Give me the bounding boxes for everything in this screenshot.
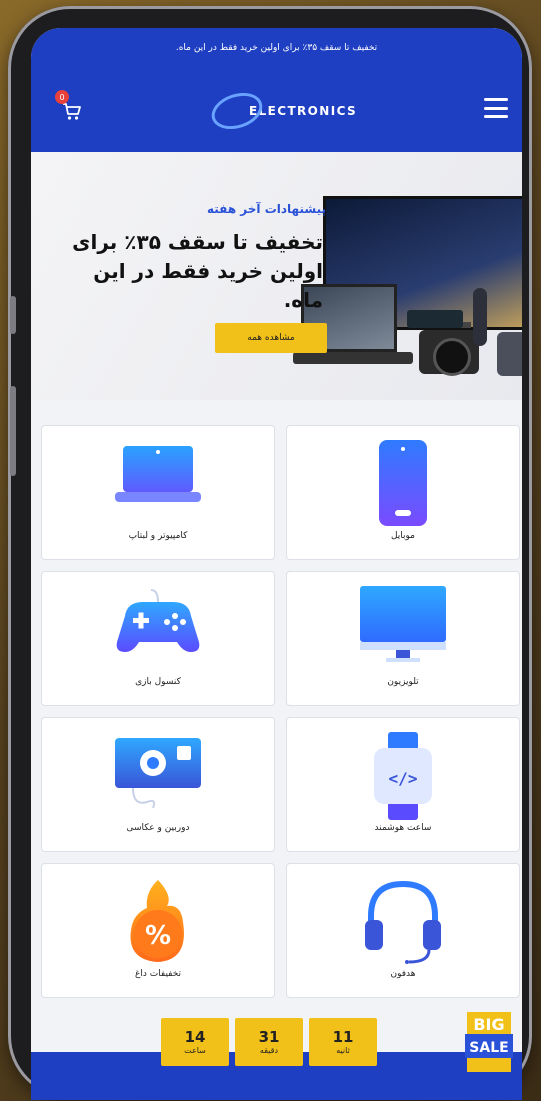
cart-button[interactable]: 0 <box>55 90 83 122</box>
timer-minutes: 31 دقیقه <box>235 1018 303 1066</box>
category-tile-tv[interactable]: تلویزیون <box>286 571 520 706</box>
header: ELECTRONICS 0 <box>31 68 522 152</box>
cart-count-badge: 0 <box>55 90 69 104</box>
svg-text:</>: </> <box>389 769 418 788</box>
tv-icon <box>360 586 446 662</box>
timer-value: 14 <box>184 1028 206 1046</box>
category-label: هدفون <box>390 969 416 979</box>
view-all-button[interactable]: مشاهده همه <box>215 323 327 353</box>
category-label: دوربین و عکاسی <box>126 823 190 833</box>
speaker-image <box>497 332 522 376</box>
hot-discount-icon: % <box>130 880 184 962</box>
timer-label: ساعت <box>184 1046 206 1055</box>
announcement-text: تخفیف تا سقف ۳۵٪ برای اولین خرید فقط در … <box>175 43 378 53</box>
big-sale-badge: BIG SALE <box>465 1012 513 1072</box>
category-label: تلویزیون <box>387 677 419 687</box>
category-tile-laptop[interactable]: کامپیوتر و لبتاپ <box>41 425 275 560</box>
remote-image <box>473 288 487 346</box>
gamepad-icon <box>116 589 200 652</box>
category-tile-mobile[interactable]: موبایل <box>286 425 520 560</box>
timer-value: 11 <box>332 1028 354 1046</box>
camera-lens <box>433 338 471 376</box>
timer-label: دقیقه <box>259 1046 279 1055</box>
category-tile-smartwatch[interactable]: </> ساعت هوشمند <box>286 717 520 852</box>
category-tile-hot-deals[interactable]: % تخفیفات داغ <box>41 863 275 998</box>
category-tile-headphones[interactable]: هدفون <box>286 863 520 998</box>
timer-value: 31 <box>258 1028 280 1046</box>
menu-icon[interactable] <box>484 98 508 118</box>
hero-title: تخفیف تا سقف ۳۵٪ برای اولین خرید فقط در … <box>72 230 323 312</box>
category-label: موبایل <box>390 531 416 541</box>
timer-hours: 14 ساعت <box>161 1018 229 1066</box>
smartwatch-icon: </> <box>374 732 432 820</box>
logo[interactable]: ELECTRONICS <box>207 86 358 136</box>
timer-seconds: 11 ثانیه <box>309 1018 377 1066</box>
screen: تخفیف تا سقف ۳۵٪ برای اولین خرید فقط در … <box>31 28 522 1100</box>
mobile-icon <box>379 440 427 526</box>
logo-text: ELECTRONICS <box>249 104 358 118</box>
router-image <box>407 310 463 328</box>
laptop-icon <box>115 446 201 502</box>
svg-text:%: % <box>145 921 171 951</box>
badge-line2: SALE <box>469 1040 508 1056</box>
category-label: تخفیفات داغ <box>134 969 182 979</box>
badge-line1: BIG <box>473 1015 504 1034</box>
category-label: کنسول بازی <box>135 677 181 687</box>
volume-down-button <box>10 386 16 476</box>
headphones-icon <box>365 880 441 964</box>
category-label: ساعت هوشمند <box>374 823 432 833</box>
timer-label: ثانیه <box>336 1046 350 1055</box>
logo-mark-icon <box>207 86 267 136</box>
category-grid: موبایل کامپیوتر و لبتاپ تلویزیون کنسول ب… <box>40 425 520 998</box>
volume-up-button <box>10 296 16 334</box>
category-tile-gaming[interactable]: کنسول بازی <box>41 571 275 706</box>
hero-subtitle: پیشنهادات آخر هفته <box>207 202 326 216</box>
soundbar-image <box>293 352 413 364</box>
hero-banner: پیشنهادات آخر هفته تخفیف تا سقف ۳۵٪ برای… <box>31 152 522 400</box>
category-tile-camera[interactable]: دوربین و عکاسی <box>41 717 275 852</box>
announcement-bar: تخفیف تا سقف ۳۵٪ برای اولین خرید فقط در … <box>31 28 522 68</box>
camera-icon <box>115 738 201 809</box>
category-label: کامپیوتر و لبتاپ <box>128 531 188 541</box>
countdown-timer: 14 ساعت 31 دقیقه 11 ثانیه <box>161 1018 377 1066</box>
